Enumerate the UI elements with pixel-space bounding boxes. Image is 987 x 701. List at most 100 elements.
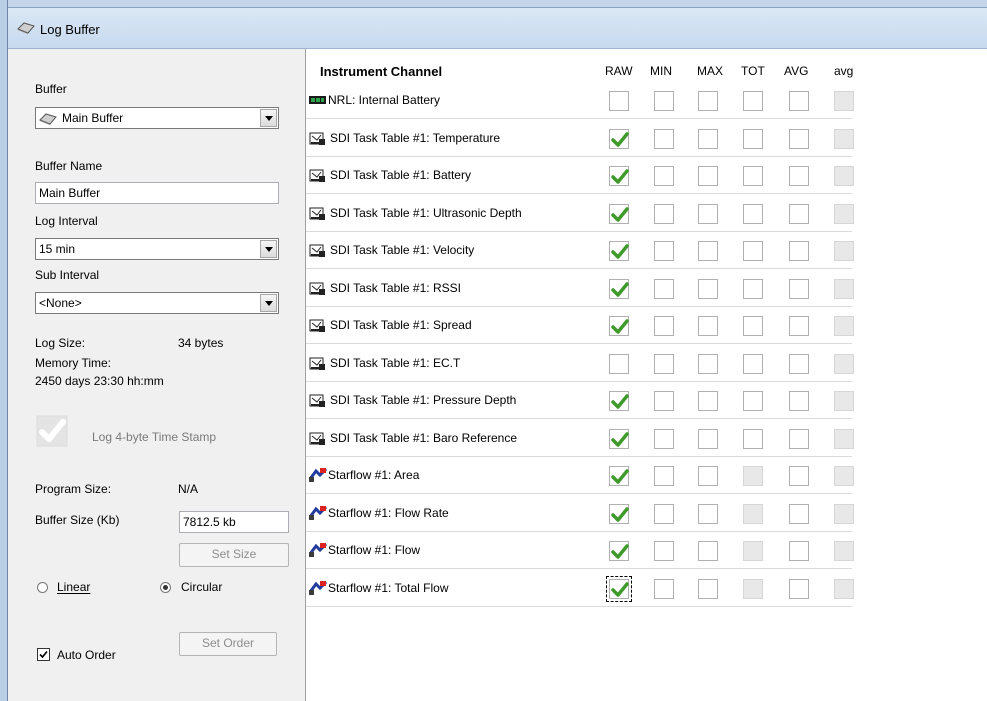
min-checkbox[interactable] bbox=[654, 279, 674, 299]
linear-label: Linear bbox=[57, 580, 91, 594]
raw-checkbox[interactable] bbox=[609, 354, 629, 374]
raw-checkbox[interactable] bbox=[609, 91, 629, 111]
max-checkbox[interactable] bbox=[698, 429, 718, 449]
sdi-task-icon bbox=[309, 282, 325, 295]
min-checkbox[interactable] bbox=[654, 204, 674, 224]
circular-radio[interactable] bbox=[160, 582, 171, 593]
avg-checkbox[interactable] bbox=[789, 391, 809, 411]
buffer-size-input[interactable]: 7812.5 kb bbox=[179, 511, 289, 533]
avg-checkbox[interactable] bbox=[789, 279, 809, 299]
min-checkbox[interactable] bbox=[654, 316, 674, 336]
min-checkbox[interactable] bbox=[654, 129, 674, 149]
max-checkbox[interactable] bbox=[698, 504, 718, 524]
max-checkbox[interactable] bbox=[698, 204, 718, 224]
avg-checkbox[interactable] bbox=[789, 579, 809, 599]
tot-checkbox[interactable] bbox=[743, 166, 763, 186]
raw-checkbox[interactable] bbox=[609, 504, 629, 524]
max-checkbox[interactable] bbox=[698, 91, 718, 111]
timestamp-checkbox[interactable] bbox=[36, 415, 68, 447]
max-checkbox[interactable] bbox=[698, 241, 718, 261]
max-checkbox[interactable] bbox=[698, 129, 718, 149]
raw-checkbox[interactable] bbox=[609, 241, 629, 261]
checkmark-icon bbox=[611, 244, 629, 259]
max-checkbox[interactable] bbox=[698, 579, 718, 599]
checkmark-icon bbox=[611, 319, 629, 334]
max-checkbox[interactable] bbox=[698, 541, 718, 561]
tot-checkbox[interactable] bbox=[743, 279, 763, 299]
avg-checkbox[interactable] bbox=[789, 354, 809, 374]
avg-checkbox[interactable] bbox=[789, 129, 809, 149]
checkmark-icon bbox=[611, 282, 629, 297]
min-checkbox[interactable] bbox=[654, 504, 674, 524]
raw-checkbox[interactable] bbox=[609, 541, 629, 561]
raw-checkbox[interactable] bbox=[606, 576, 632, 602]
starflow-icon bbox=[308, 505, 328, 520]
tot-checkbox[interactable] bbox=[743, 354, 763, 374]
avg-checkbox[interactable] bbox=[789, 166, 809, 186]
max-checkbox[interactable] bbox=[698, 354, 718, 374]
timestamp-label: Log 4-byte Time Stamp bbox=[92, 430, 217, 444]
min-checkbox[interactable] bbox=[654, 579, 674, 599]
raw-checkbox[interactable] bbox=[609, 429, 629, 449]
raw-checkbox[interactable] bbox=[609, 129, 629, 149]
max-checkbox[interactable] bbox=[698, 466, 718, 486]
raw-checkbox[interactable] bbox=[609, 466, 629, 486]
tot-checkbox[interactable] bbox=[743, 391, 763, 411]
buffer-select[interactable]: Main Buffer bbox=[35, 107, 279, 129]
avg-checkbox[interactable] bbox=[789, 466, 809, 486]
sdi-task-icon bbox=[309, 432, 325, 445]
avg-checkbox[interactable] bbox=[789, 316, 809, 336]
min-checkbox[interactable] bbox=[654, 241, 674, 261]
tot-checkbox[interactable] bbox=[743, 241, 763, 261]
min-checkbox[interactable] bbox=[654, 541, 674, 561]
raw-checkbox[interactable] bbox=[609, 279, 629, 299]
tot-checkbox[interactable] bbox=[743, 204, 763, 224]
program-size-value: N/A bbox=[178, 482, 199, 496]
chevron-down-icon[interactable] bbox=[260, 294, 277, 312]
starflow-icon bbox=[308, 580, 328, 595]
min-checkbox[interactable] bbox=[654, 429, 674, 449]
avg-checkbox[interactable] bbox=[789, 91, 809, 111]
tot-checkbox[interactable] bbox=[743, 129, 763, 149]
buffer-size-label: Buffer Size (Kb) bbox=[35, 513, 120, 527]
sdi-task-icon bbox=[309, 132, 325, 145]
max-checkbox[interactable] bbox=[698, 316, 718, 336]
sub-interval-label: Sub Interval bbox=[35, 268, 100, 282]
avg-lower-checkbox bbox=[834, 541, 854, 561]
min-checkbox[interactable] bbox=[654, 166, 674, 186]
avg-checkbox[interactable] bbox=[789, 429, 809, 449]
raw-checkbox[interactable] bbox=[609, 316, 629, 336]
title-bar[interactable] bbox=[8, 8, 987, 49]
auto-order-label: Auto Order bbox=[57, 648, 116, 662]
tot-checkbox[interactable] bbox=[743, 91, 763, 111]
max-checkbox[interactable] bbox=[698, 279, 718, 299]
checkmark-icon bbox=[611, 582, 629, 597]
log-interval-select[interactable]: 15 min bbox=[35, 238, 279, 260]
auto-order-checkbox[interactable] bbox=[37, 648, 50, 661]
avg-checkbox[interactable] bbox=[789, 504, 809, 524]
avg-checkbox[interactable] bbox=[789, 541, 809, 561]
min-checkbox[interactable] bbox=[654, 391, 674, 411]
tot-checkbox[interactable] bbox=[743, 429, 763, 449]
chevron-down-icon[interactable] bbox=[260, 240, 277, 258]
min-checkbox[interactable] bbox=[654, 91, 674, 111]
raw-checkbox[interactable] bbox=[609, 204, 629, 224]
header-instrument-channel: Instrument Channel bbox=[320, 64, 443, 79]
linear-radio[interactable] bbox=[37, 582, 48, 593]
sub-interval-select[interactable]: <None> bbox=[35, 292, 279, 314]
raw-checkbox[interactable] bbox=[609, 391, 629, 411]
chevron-down-icon[interactable] bbox=[260, 109, 277, 127]
max-checkbox[interactable] bbox=[698, 166, 718, 186]
memory-time-value: 2450 days 23:30 hh:mm bbox=[35, 374, 164, 388]
avg-checkbox[interactable] bbox=[789, 241, 809, 261]
channel-label: SDI Task Table #1: Baro Reference bbox=[330, 431, 517, 445]
avg-checkbox[interactable] bbox=[789, 204, 809, 224]
min-checkbox[interactable] bbox=[654, 354, 674, 374]
max-checkbox[interactable] bbox=[698, 391, 718, 411]
raw-checkbox[interactable] bbox=[609, 166, 629, 186]
min-checkbox[interactable] bbox=[654, 466, 674, 486]
buffer-name-input[interactable]: Main Buffer bbox=[35, 182, 279, 204]
set-size-button[interactable]: Set Size bbox=[179, 543, 289, 567]
tot-checkbox[interactable] bbox=[743, 316, 763, 336]
set-order-button[interactable]: Set Order bbox=[179, 632, 277, 656]
